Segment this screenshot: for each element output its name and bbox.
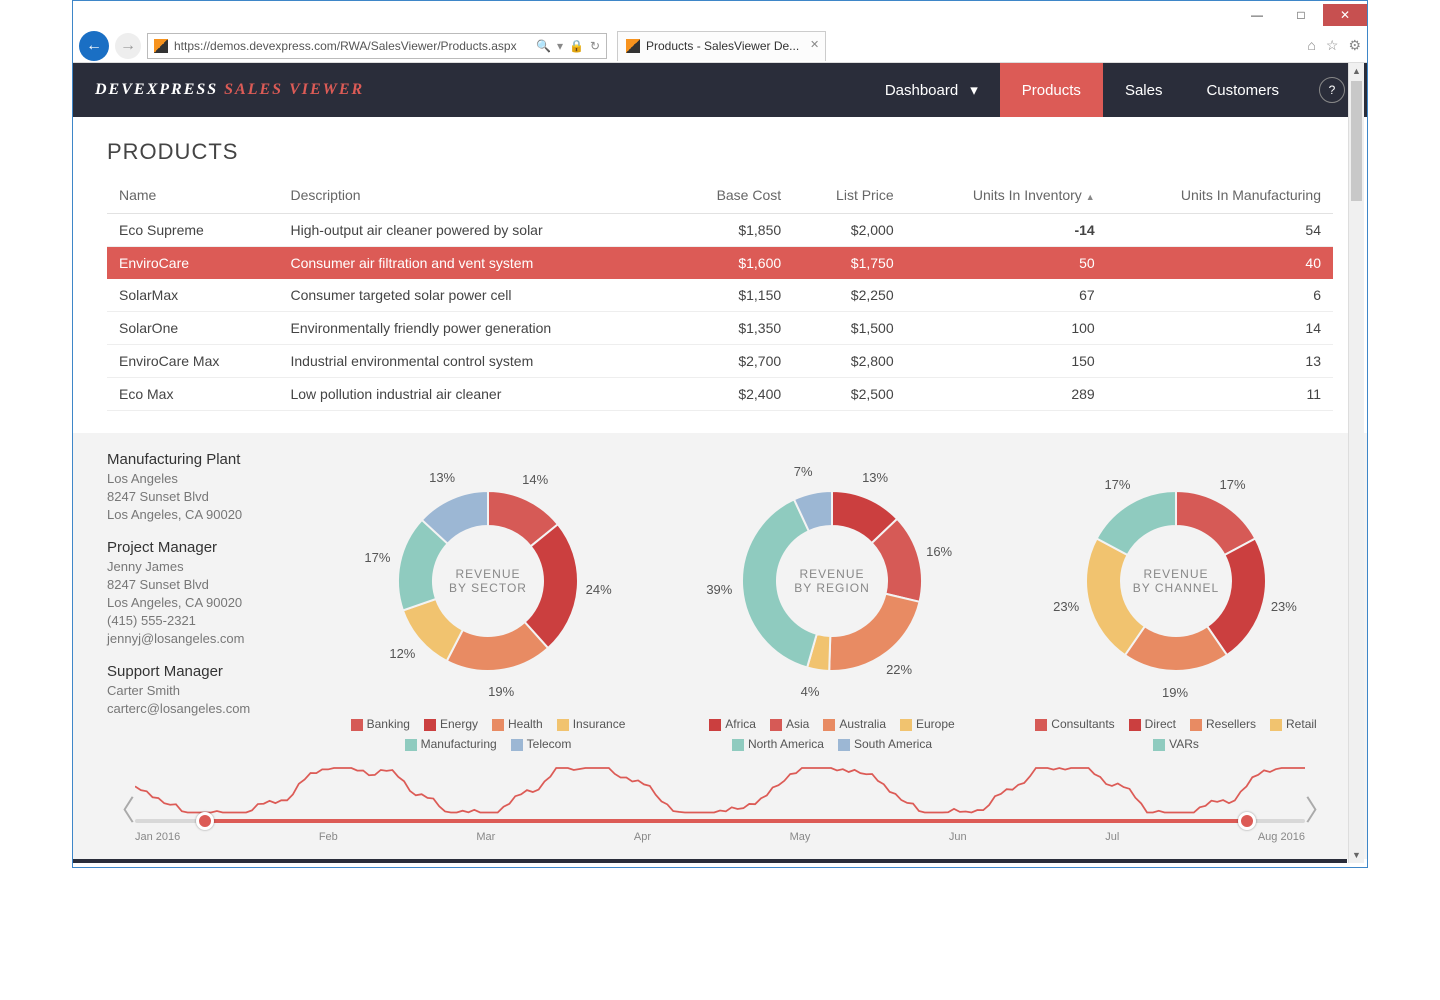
chevron-down-icon: ▾ (970, 81, 978, 99)
column-header[interactable]: Units In Manufacturing (1107, 177, 1333, 214)
site-favicon (154, 39, 168, 53)
timeline-tick: Jan 2016 (135, 831, 180, 843)
product-details-panel: Manufacturing Plant Los Angeles 8247 Sun… (73, 433, 1367, 757)
scroll-down-button[interactable]: ▼ (1349, 847, 1364, 863)
timeline-tick: Feb (319, 831, 338, 843)
page-title: PRODUCTS (107, 139, 1333, 165)
chart-legend: Africa Asia Australia Europe North America So… (682, 717, 982, 751)
forward-button[interactable]: → (115, 33, 141, 59)
table-row[interactable]: Eco SupremeHigh-output air cleaner power… (107, 214, 1333, 247)
sparkline-chart (135, 761, 1305, 820)
legend-item: South America (838, 737, 932, 751)
chart-legend: Banking Energy Health Insurance Manufacturin… (338, 717, 638, 751)
legend-item: Direct (1129, 717, 1176, 731)
tab-favicon (626, 39, 640, 53)
browser-toolbar: ← → https://demos.devexpress.com/RWA/Sal… (73, 29, 1367, 63)
window-close-button[interactable]: ✕ (1323, 4, 1367, 26)
timeline-tick: Mar (476, 831, 495, 843)
timeline-next-button[interactable]: 〉 (1305, 789, 1333, 829)
chart-center-label: REVENUEBY CHANNEL (1046, 451, 1306, 711)
legend-item: Insurance (557, 717, 626, 731)
scroll-thumb[interactable] (1351, 81, 1362, 201)
legend-item: Asia (770, 717, 809, 731)
table-row[interactable]: SolarMaxConsumer targeted solar power ce… (107, 279, 1333, 312)
address-url: https://demos.devexpress.com/RWA/SalesVi… (174, 39, 517, 53)
gear-icon[interactable]: ⚙ (1348, 37, 1361, 54)
table-row[interactable]: SolarOneEnvironmentally friendly power g… (107, 312, 1333, 345)
nav-item-dashboard[interactable]: Dashboard▾ (863, 63, 1000, 117)
pm-title: Project Manager (107, 539, 307, 556)
legend-item: Australia (823, 717, 886, 731)
page-content: PRODUCTS NameDescriptionBase CostList Pr… (73, 117, 1367, 421)
timeline-tick: Aug 2016 (1258, 831, 1305, 843)
timeline-handle-end[interactable] (1238, 812, 1256, 830)
legend-item: Europe (900, 717, 955, 731)
legend-item: North America (732, 737, 824, 751)
timeline-tick: Jun (949, 831, 967, 843)
column-header[interactable]: Base Cost (671, 177, 793, 214)
donut-chart: REVENUEBY CHANNEL17%23%19%23%17% (1046, 451, 1306, 711)
column-header[interactable]: Description (278, 177, 671, 214)
nav-item-products[interactable]: Products (1000, 63, 1103, 117)
chart-center-label: REVENUEBY REGION (702, 451, 962, 711)
plant-title: Manufacturing Plant (107, 451, 307, 468)
donut-chart: REVENUEBY SECTOR14%24%19%12%17%13% (358, 451, 618, 711)
home-icon[interactable]: ⌂ (1307, 37, 1315, 54)
window-titlebar: — □ ✕ (73, 1, 1367, 29)
nav-item-sales[interactable]: Sales (1103, 63, 1185, 117)
scroll-up-button[interactable]: ▲ (1349, 63, 1364, 79)
address-bar[interactable]: https://demos.devexpress.com/RWA/SalesVi… (147, 33, 607, 59)
legend-item: Manufacturing (405, 737, 497, 751)
timeline-tick: Apr (634, 831, 651, 843)
info-column: Manufacturing Plant Los Angeles 8247 Sun… (107, 451, 307, 751)
window-minimize-button[interactable]: — (1235, 4, 1279, 26)
browser-tab[interactable]: Products - SalesViewer De... ✕ (617, 31, 826, 61)
tab-title: Products - SalesViewer De... (646, 39, 799, 53)
window-maximize-button[interactable]: □ (1279, 4, 1323, 26)
footer-accent (73, 859, 1347, 863)
table-row[interactable]: Eco MaxLow pollution industrial air clea… (107, 378, 1333, 411)
back-button[interactable]: ← (79, 31, 109, 61)
column-header[interactable]: List Price (793, 177, 905, 214)
table-row[interactable]: EnviroCare MaxIndustrial environmental c… (107, 345, 1333, 378)
legend-item: Health (492, 717, 543, 731)
legend-item: Retail (1270, 717, 1317, 731)
timeline-tick: Jul (1105, 831, 1119, 843)
help-button[interactable]: ? (1319, 77, 1345, 103)
vertical-scrollbar[interactable]: ▲ ▼ (1348, 63, 1364, 863)
brand-logo: DEVEXPRESS SALES VIEWER (95, 81, 364, 99)
timeline-selection[interactable] (205, 819, 1246, 823)
nav-item-customers[interactable]: Customers (1184, 63, 1301, 117)
legend-item: Consultants (1035, 717, 1114, 731)
chart-legend: Consultants Direct Resellers Retail VARs (1026, 717, 1326, 751)
sm-title: Support Manager (107, 663, 307, 680)
app-header: DEVEXPRESS SALES VIEWER Dashboard▾Produc… (73, 63, 1367, 117)
donut-chart: REVENUEBY REGION13%16%22%4%39%7% (702, 451, 962, 711)
addressbar-icons: 🔍▾🔒↻ (536, 39, 600, 53)
timeline-tick: May (790, 831, 811, 843)
table-row[interactable]: EnviroCareConsumer air filtration and ve… (107, 247, 1333, 280)
column-header[interactable]: Units In Inventory▲ (906, 177, 1107, 214)
chart-center-label: REVENUEBY SECTOR (358, 451, 618, 711)
legend-item: Telecom (511, 737, 572, 751)
legend-item: Banking (351, 717, 410, 731)
legend-item: VARs (1153, 737, 1199, 751)
sort-asc-icon: ▲ (1086, 192, 1095, 202)
legend-item: Resellers (1190, 717, 1256, 731)
legend-item: Energy (424, 717, 478, 731)
timeline-prev-button[interactable]: 〈 (107, 789, 135, 829)
timeline-panel: 〈 〉 Jan 2016 Feb Mar Apr May Jun Jul Aug 2016 (73, 757, 1367, 859)
products-table: NameDescriptionBase CostList PriceUnits … (107, 177, 1333, 411)
tab-close-icon[interactable]: ✕ (810, 38, 819, 51)
column-header[interactable]: Name (107, 177, 278, 214)
timeline-handle-start[interactable] (196, 812, 214, 830)
favorites-icon[interactable]: ☆ (1326, 37, 1339, 54)
legend-item: Africa (709, 717, 756, 731)
